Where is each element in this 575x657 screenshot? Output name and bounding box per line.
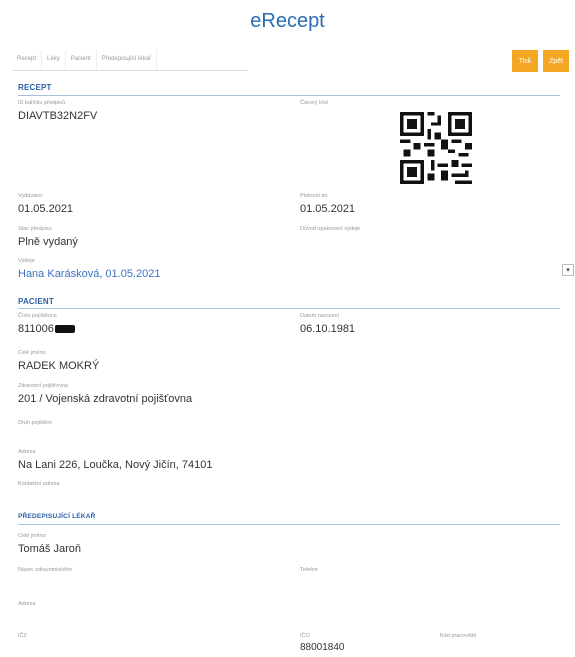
expand-icon[interactable]: ▾ bbox=[562, 264, 574, 276]
insurance-number-field: 811006 bbox=[18, 323, 75, 335]
birth-date-value: 06.10.1981 bbox=[300, 323, 356, 335]
issued-label: Vydáváno bbox=[18, 193, 43, 199]
insurance-type-label: Druh pojištění bbox=[18, 420, 52, 426]
dispense-label: Výdeje bbox=[18, 258, 35, 264]
prescription-id-label: ID balíčku předpisů bbox=[18, 100, 66, 106]
section-recept-title: RECEPT bbox=[18, 83, 52, 92]
page-title: eRecept bbox=[250, 10, 325, 32]
phone-label: Telefon bbox=[300, 567, 318, 573]
barcode-label: Čárový kód bbox=[300, 100, 328, 106]
patient-name-label: Celé jméno bbox=[18, 350, 46, 356]
ico-label: IČO bbox=[300, 633, 310, 639]
state-value: Plně vydaný bbox=[18, 236, 78, 248]
issued-value: 01.05.2021 bbox=[18, 203, 74, 215]
patient-address-value: Na Lani 226, Loučka, Nový Jičín, 74101 bbox=[18, 459, 213, 471]
insurance-number-value: 811006 bbox=[18, 323, 54, 335]
repeat-reason-label: Důvod opakovaní výdeje bbox=[300, 226, 361, 232]
insurer-label: Zdravotní pojišťovna bbox=[18, 383, 69, 389]
prescription-id-value: DIAVTB32N2FV bbox=[18, 110, 98, 122]
insurance-number-label: Číslo pojištěnce bbox=[18, 313, 57, 319]
ico-value: 88001840 bbox=[300, 642, 345, 653]
patient-address-label: Adresa bbox=[18, 449, 36, 455]
birth-date-label: Datum narození bbox=[300, 313, 340, 319]
tab-leky[interactable]: Léky bbox=[42, 50, 66, 70]
patient-name-value: RADEK MOKRÝ bbox=[18, 360, 100, 372]
section-divider bbox=[18, 308, 560, 309]
tab-pacient[interactable]: Pacient bbox=[66, 50, 97, 70]
section-doctor-title: PŘEDEPISUJÍCÍ LÉKAŘ bbox=[18, 513, 96, 520]
facility-label: Název zdravotnického bbox=[18, 567, 73, 573]
state-label: Stav předpisu bbox=[18, 226, 52, 232]
insurer-value: 201 / Vojenská zdravotní pojišťovna bbox=[18, 393, 193, 405]
tab-recept[interactable]: Recept bbox=[12, 50, 43, 70]
section-pacient-title: PACIENT bbox=[18, 297, 54, 306]
section-divider bbox=[18, 524, 560, 525]
print-button[interactable]: Tisk bbox=[512, 50, 538, 72]
tab-bar: Recept Léky Pacient Předepisující lékař bbox=[12, 50, 248, 71]
valid-until-label: Platnost do bbox=[300, 193, 328, 199]
qr-code-icon bbox=[400, 112, 472, 184]
dispense-link[interactable]: Hana Karásková, 01.05.2021 bbox=[18, 268, 161, 280]
valid-until-value: 01.05.2021 bbox=[300, 203, 356, 215]
tab-lekar[interactable]: Předepisující lékař bbox=[97, 50, 158, 70]
section-divider bbox=[18, 95, 560, 96]
redaction-block bbox=[54, 325, 75, 334]
workplace-code-label: Kód pracoviště bbox=[440, 633, 477, 639]
back-button[interactable]: Zpět bbox=[543, 50, 569, 72]
contact-address-label: Kontaktní adresa bbox=[18, 481, 60, 487]
doctor-name-label: Celé jméno bbox=[18, 533, 46, 539]
doctor-name-value: Tomáš Jaroň bbox=[18, 543, 81, 555]
doctor-address-label: Adresa bbox=[18, 601, 36, 607]
icz-label: IČZ bbox=[18, 633, 27, 639]
